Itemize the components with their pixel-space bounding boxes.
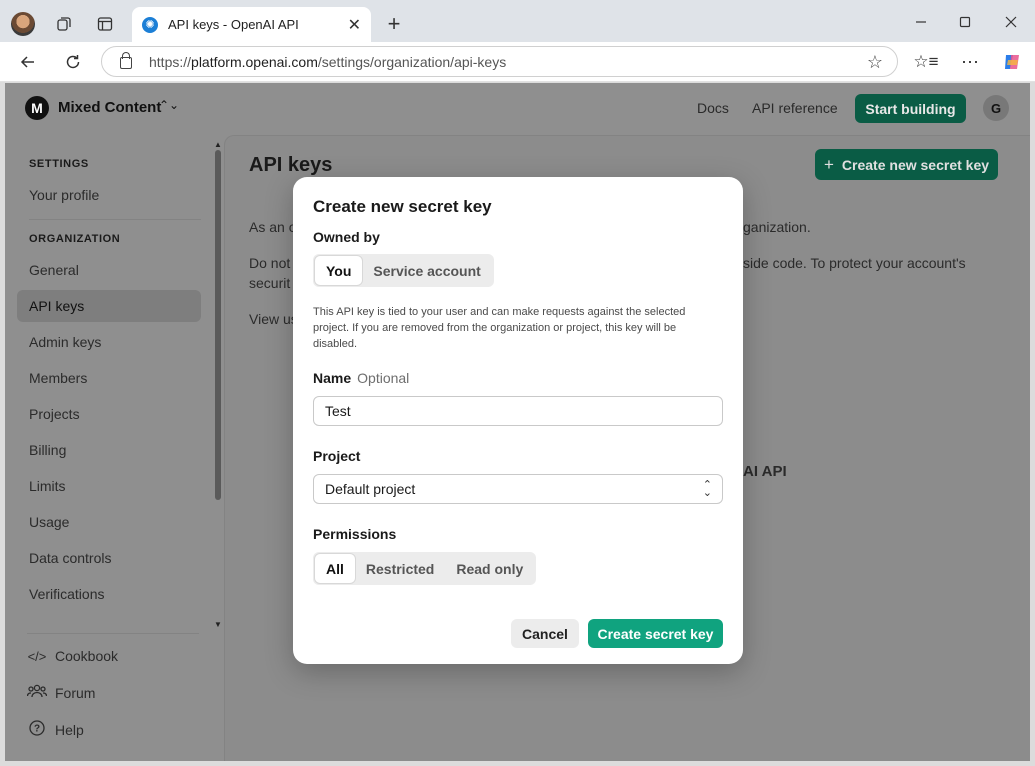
org-name[interactable]: Mixed Content — [58, 99, 161, 116]
scroll-up-icon[interactable]: ▲ — [214, 140, 222, 149]
favorites-icon[interactable]: ☆≡ — [913, 50, 938, 74]
sidebar-item-admin-keys[interactable]: Admin keys — [17, 326, 201, 358]
scroll-down-icon[interactable]: ▼ — [214, 620, 222, 629]
sidebar-item-projects[interactable]: Projects — [17, 398, 201, 430]
url-text: https://platform.openai.com/settings/org… — [149, 53, 507, 70]
create-new-secret-key-button[interactable]: + Create new secret key — [815, 149, 998, 180]
sidebar-divider — [29, 219, 201, 220]
owner-help-text: This API key is tied to your user and ca… — [313, 306, 686, 350]
view-usage-text: View us — [249, 311, 298, 327]
help-icon: ? — [27, 720, 47, 739]
name-input[interactable]: Test — [313, 396, 723, 426]
dialog-title: Create new secret key — [313, 197, 492, 216]
address-bar-row: https://platform.openai.com/settings/org… — [0, 42, 1035, 82]
warning-text-line2: securit — [249, 275, 291, 291]
minimize-icon[interactable] — [906, 10, 936, 34]
org-avatar[interactable]: M — [25, 96, 49, 120]
project-select-value: Default project — [325, 481, 416, 497]
lock-icon[interactable] — [120, 52, 132, 69]
create-new-secret-key-label: Create new secret key — [841, 156, 990, 173]
sidebar-item-general[interactable]: General — [17, 254, 201, 286]
browser-tab-active[interactable]: ✺ API keys - OpenAI API ✕ — [132, 7, 371, 42]
maximize-icon[interactable] — [950, 10, 980, 34]
owned-by-label: Owned by — [313, 229, 380, 245]
create-secret-key-button[interactable]: Create secret key — [588, 619, 723, 648]
api-reference-link[interactable]: API reference — [752, 100, 838, 116]
page-title: API keys — [249, 154, 333, 176]
browser-tab-bar: ✺ API keys - OpenAI API ✕ + — [0, 0, 1035, 42]
help-label: Help — [55, 721, 84, 738]
settings-heading: SETTINGS — [29, 158, 89, 170]
permission-option-restricted[interactable]: Restricted — [355, 554, 445, 583]
organization-heading: ORGANIZATION — [29, 233, 121, 245]
permission-option-all[interactable]: All — [315, 554, 355, 583]
chevron-updown-icon[interactable]: ⌃⌄ — [159, 98, 179, 112]
code-icon: </> — [27, 648, 47, 664]
people-icon — [26, 684, 48, 701]
permission-option-read-only[interactable]: Read only — [445, 554, 534, 583]
sidebar-item-cookbook[interactable]: </> Cookbook — [27, 648, 118, 664]
intro-text-right: ganization. — [743, 219, 811, 235]
sidebar-item-your-profile[interactable]: Your profile — [17, 179, 201, 211]
cookbook-label: Cookbook — [55, 648, 119, 664]
tab-title: API keys - OpenAI API — [168, 17, 299, 32]
refresh-icon[interactable] — [61, 50, 85, 74]
new-tab-icon[interactable]: + — [382, 11, 406, 36]
window-close-icon[interactable] — [996, 10, 1026, 34]
plus-icon: + — [823, 154, 834, 174]
more-menu-icon[interactable]: ⋯ — [958, 50, 982, 74]
sidebar-item-members[interactable]: Members — [17, 362, 201, 394]
back-icon[interactable] — [16, 50, 40, 74]
empty-state-heading: AI API — [743, 463, 787, 480]
openai-favicon-icon: ✺ — [142, 16, 158, 33]
chevron-updown-icon: ⌃ ⌄ — [702, 479, 712, 499]
sidebar-item-data-controls[interactable]: Data controls — [17, 542, 201, 574]
sidebar-item-forum[interactable]: Forum — [26, 684, 96, 701]
project-select[interactable]: Default project ⌃ ⌄ — [313, 474, 723, 504]
favorite-star-icon[interactable]: ☆ — [867, 52, 883, 73]
tab-actions-icon[interactable] — [93, 12, 117, 36]
name-label: Name Optional — [313, 370, 409, 386]
sidebar-item-billing[interactable]: Billing — [17, 434, 201, 466]
owner-option-service-account[interactable]: Service account — [362, 256, 491, 285]
sidebar-scrollbar[interactable] — [215, 150, 221, 500]
profile-avatar[interactable] — [11, 12, 35, 36]
url-field[interactable]: https://platform.openai.com/settings/org… — [101, 46, 898, 77]
sidebar-item-limits[interactable]: Limits — [17, 470, 201, 502]
forum-label: Forum — [55, 684, 96, 701]
start-building-button[interactable]: Start building — [855, 94, 966, 123]
create-secret-key-dialog: Create new secret key Owned by You Servi… — [293, 177, 743, 664]
docs-link[interactable]: Docs — [697, 100, 729, 116]
top-nav: M Mixed Content ⌃⌄ Docs API reference St… — [5, 83, 1030, 133]
sidebar-item-api-keys[interactable]: API keys — [17, 290, 201, 322]
owned-by-toggle: You Service account — [313, 254, 494, 287]
warning-text-left: Do not — [249, 255, 291, 271]
cancel-button[interactable]: Cancel — [511, 619, 579, 648]
name-label-text: Name — [313, 370, 352, 386]
owner-option-you[interactable]: You — [315, 256, 363, 285]
close-tab-icon[interactable]: ✕ — [348, 15, 361, 35]
user-avatar[interactable]: G — [983, 95, 1009, 121]
sidebar-divider-bottom — [27, 633, 199, 634]
workspaces-icon[interactable] — [52, 12, 76, 36]
sidebar: SETTINGS Your profile ORGANIZATION Gener… — [5, 138, 223, 761]
project-label: Project — [313, 448, 361, 464]
sidebar-item-verifications[interactable]: Verifications — [17, 578, 201, 610]
svg-text:?: ? — [34, 724, 40, 735]
sidebar-item-usage[interactable]: Usage — [17, 506, 201, 538]
permissions-toggle: All Restricted Read only — [313, 552, 537, 585]
warning-text-right: side code. To protect your account's — [743, 255, 966, 271]
permissions-label: Permissions — [313, 526, 397, 542]
sidebar-item-help[interactable]: ? Help — [27, 720, 84, 739]
optional-hint: Optional — [357, 370, 410, 386]
intro-text-left: As an o — [249, 219, 297, 235]
copilot-icon[interactable] — [1000, 50, 1024, 74]
